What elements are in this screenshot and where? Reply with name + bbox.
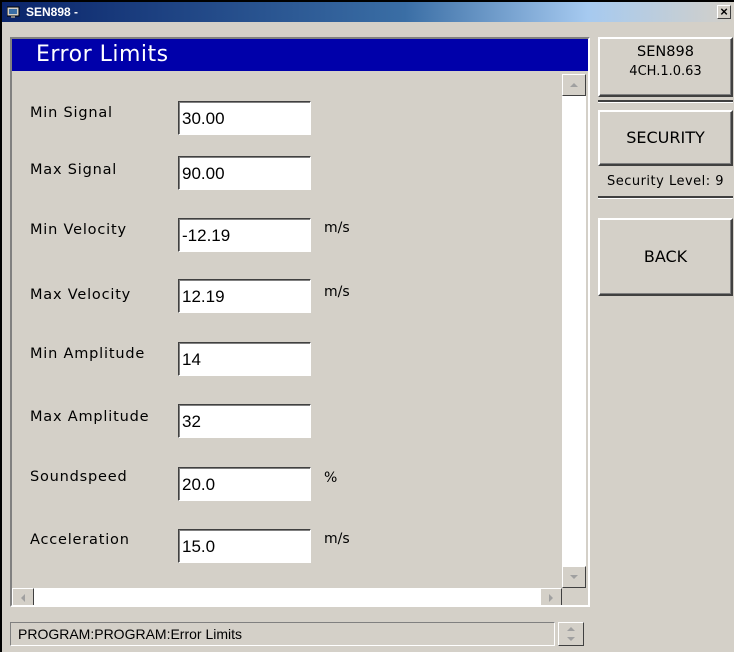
- status-spinner-icon: [567, 627, 575, 641]
- scroll-down-button[interactable]: [562, 566, 586, 588]
- app-window: SEN898 - × Error Limits Min Signal 30.00…: [0, 0, 734, 652]
- sidebar-divider-top: [598, 100, 733, 103]
- error-limits-panel: Error Limits Min Signal 30.00 Max Signal…: [10, 37, 590, 607]
- max-velocity-input[interactable]: 12.19: [178, 279, 311, 313]
- scroll-left-button[interactable]: [12, 588, 34, 605]
- max-amplitude-input[interactable]: 32: [178, 404, 311, 438]
- min-amplitude-label: Min Amplitude: [30, 346, 146, 362]
- soundspeed-label: Soundspeed: [30, 469, 128, 485]
- min-amplitude-input[interactable]: 14: [178, 342, 311, 376]
- max-amplitude-label: Max Amplitude: [30, 409, 150, 425]
- soundspeed-unit: %: [324, 470, 338, 486]
- horizontal-scrollbar[interactable]: [12, 588, 562, 605]
- soundspeed-input[interactable]: 20.0: [178, 467, 311, 501]
- min-velocity-input[interactable]: -12.19: [178, 218, 311, 252]
- device-name: SEN898: [637, 44, 694, 60]
- min-signal-label: Min Signal: [30, 105, 113, 121]
- window-title: SEN898 -: [26, 5, 79, 19]
- scroll-down-arrow-icon: [570, 575, 578, 579]
- app-icon: [7, 6, 20, 18]
- max-velocity-label: Max Velocity: [30, 287, 132, 303]
- max-signal-input[interactable]: 90.00: [178, 156, 311, 190]
- sidebar-divider-bottom: [598, 196, 733, 199]
- title-bar[interactable]: SEN898 - ×: [2, 2, 734, 22]
- scroll-up-button[interactable]: [562, 74, 586, 96]
- firmware-version: 4CH.1.0.63: [629, 64, 702, 79]
- status-bar-path: PROGRAM:PROGRAM:Error Limits: [10, 622, 555, 646]
- acceleration-label: Acceleration: [30, 532, 130, 548]
- close-button[interactable]: ×: [717, 5, 731, 19]
- scroll-right-button[interactable]: [540, 588, 562, 605]
- panel-title: Error Limits: [12, 39, 588, 71]
- acceleration-unit: m/s: [324, 531, 350, 547]
- max-signal-label: Max Signal: [30, 162, 118, 178]
- security-button[interactable]: SECURITY: [598, 110, 733, 166]
- min-velocity-label: Min Velocity: [30, 222, 127, 238]
- close-icon: ×: [720, 4, 728, 19]
- scroll-right-arrow-icon: [549, 594, 553, 602]
- device-version-box: SEN898 4CH.1.0.63: [598, 37, 733, 97]
- back-button[interactable]: BACK: [598, 218, 733, 296]
- status-spinner[interactable]: [558, 622, 584, 646]
- vertical-scrollbar[interactable]: [562, 74, 586, 588]
- min-velocity-unit: m/s: [324, 220, 350, 236]
- acceleration-input[interactable]: 15.0: [178, 529, 311, 563]
- scroll-up-arrow-icon: [570, 83, 578, 87]
- max-velocity-unit: m/s: [324, 284, 350, 300]
- min-signal-input[interactable]: 30.00: [178, 101, 311, 135]
- scroll-left-arrow-icon: [21, 594, 25, 602]
- security-level-text: Security Level: 9: [606, 174, 725, 189]
- scroll-corner: [562, 588, 586, 605]
